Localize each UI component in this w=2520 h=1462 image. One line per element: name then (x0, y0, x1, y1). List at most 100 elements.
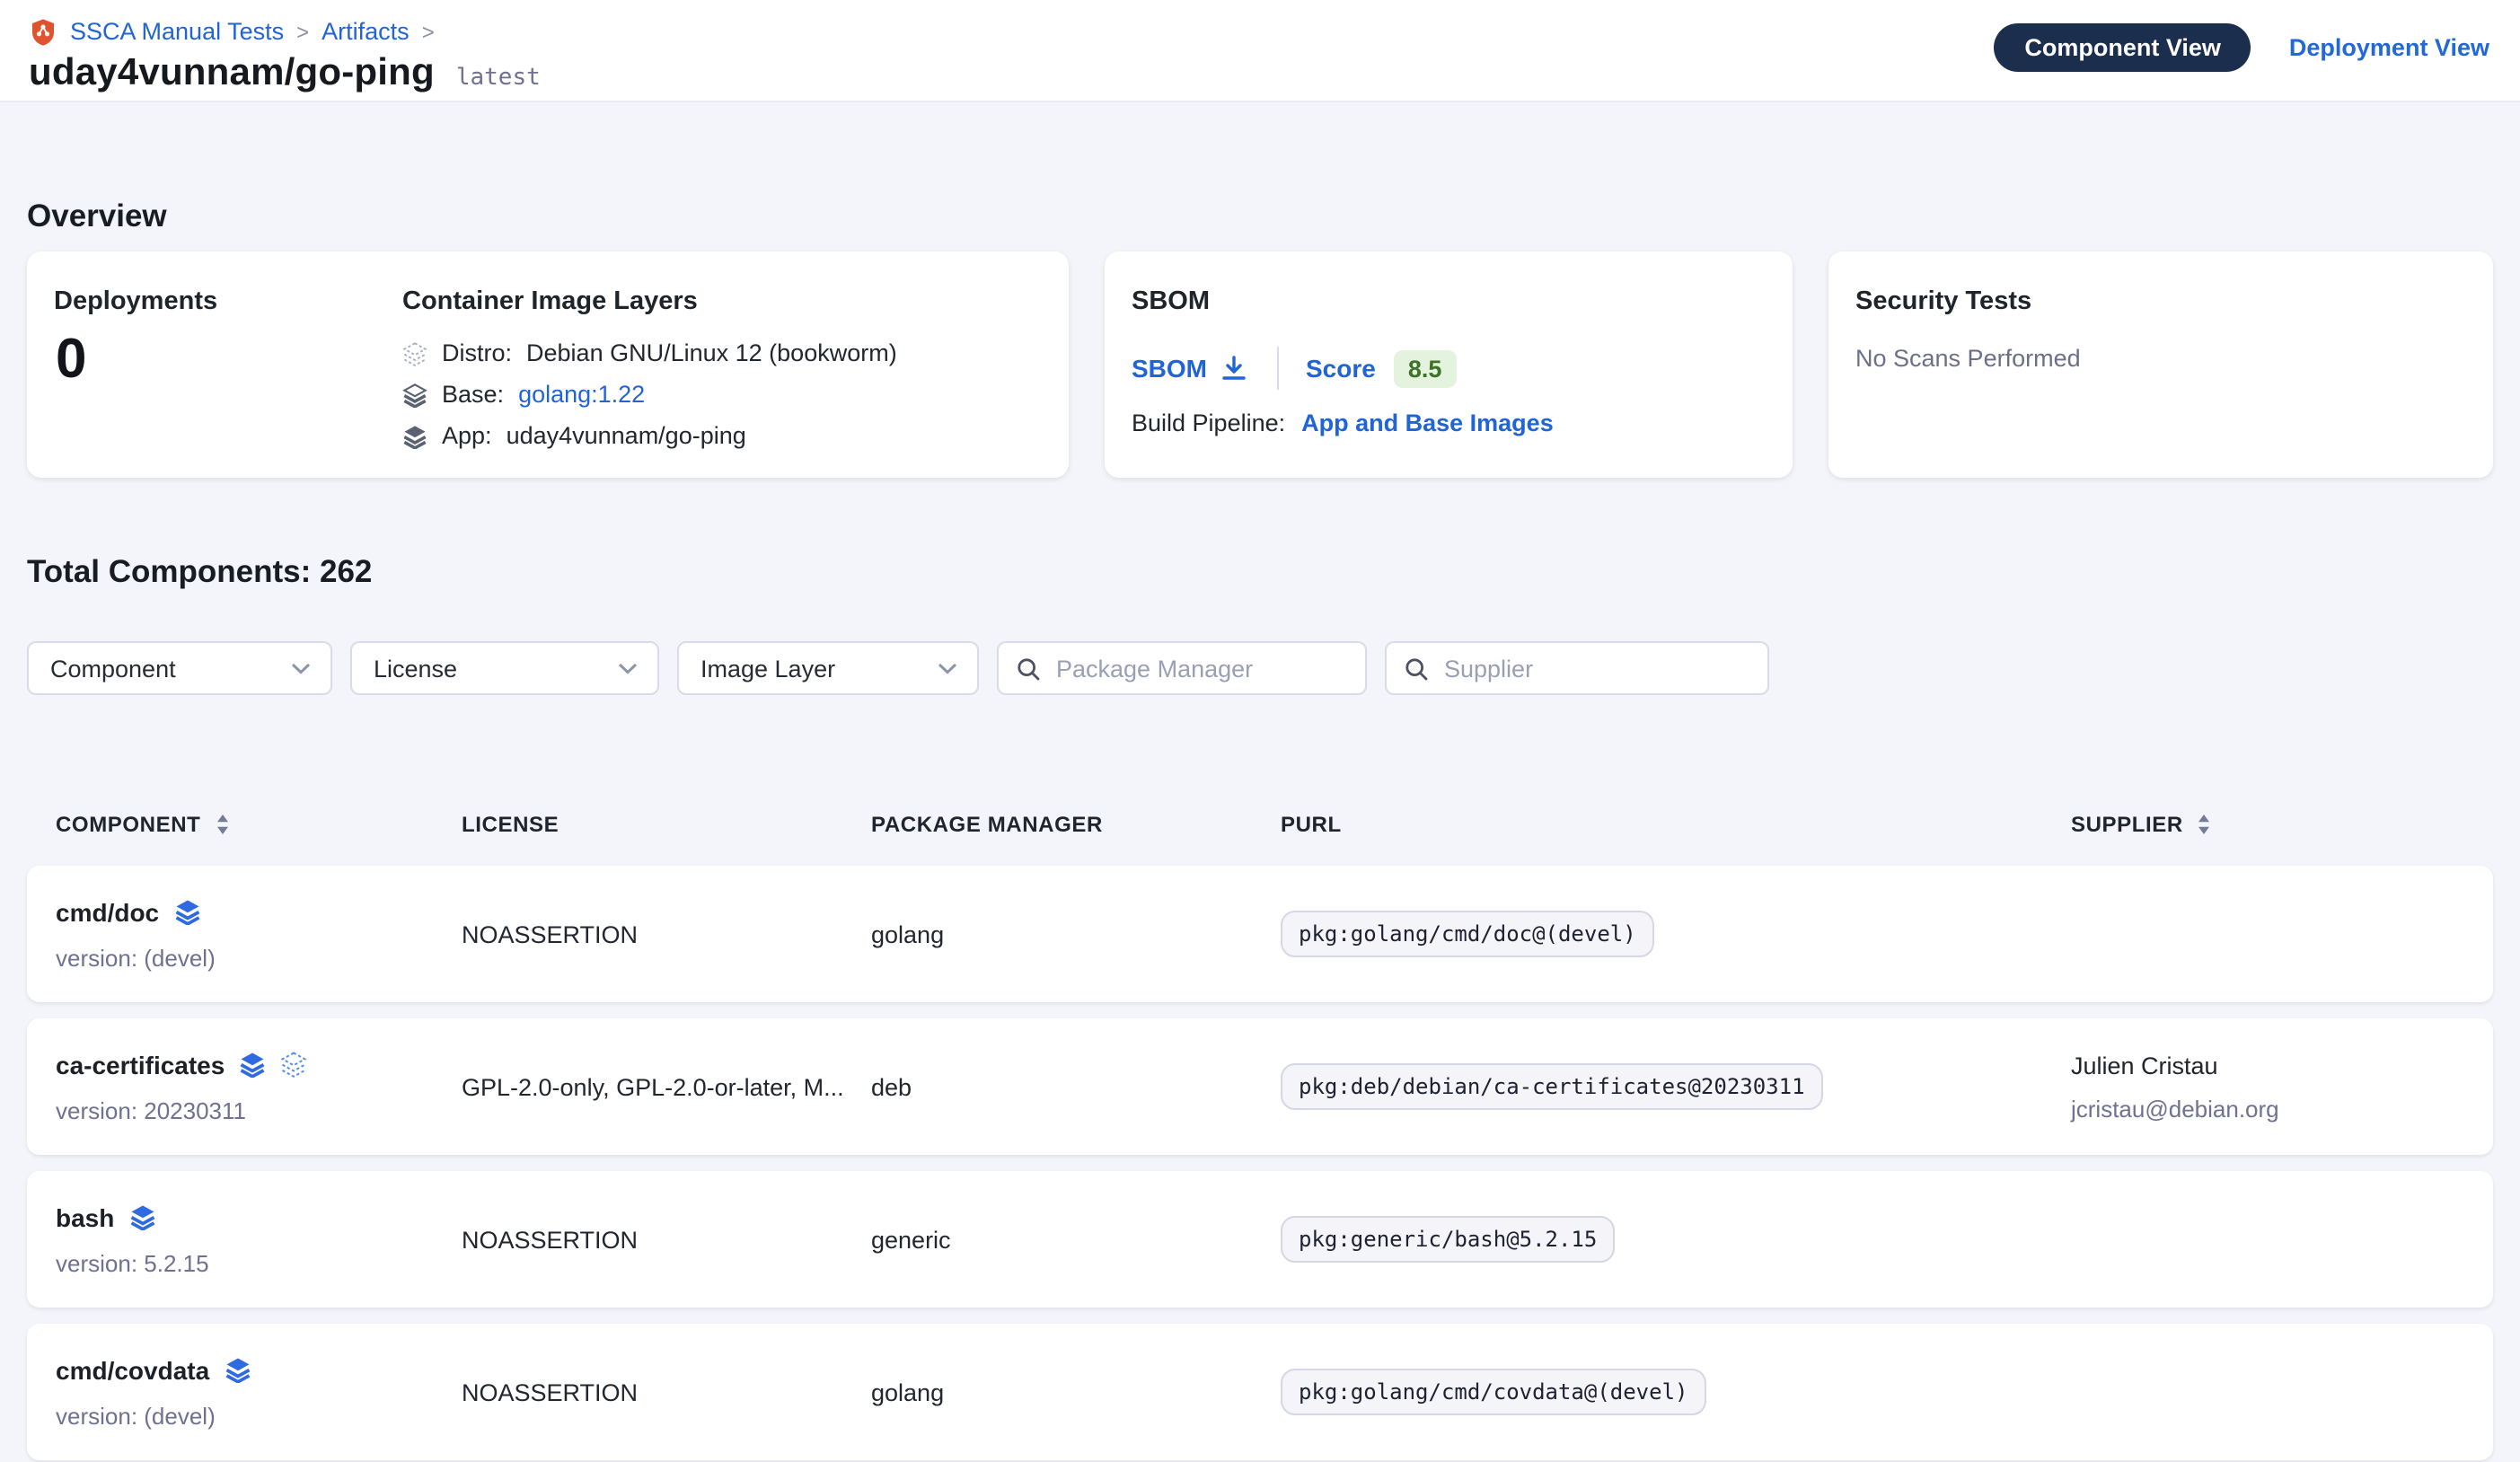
supplier-email: jcristau@debian.org (2071, 1095, 2475, 1122)
component-filter-label: Component (50, 655, 176, 682)
supplier-search-input[interactable] (1441, 653, 1749, 683)
layers-blue-icon (224, 1356, 251, 1383)
layers-blue-icon (239, 1051, 266, 1078)
layers-blue-icon (173, 898, 200, 925)
purl-chip: pkg:golang/cmd/doc@(devel) (1281, 911, 1654, 957)
breadcrumb-link-ssca[interactable]: SSCA Manual Tests (70, 18, 284, 45)
column-header-license: LICENSE (462, 812, 559, 837)
download-icon[interactable] (1221, 356, 1247, 381)
components-table-header: COMPONENT LICENSE PACKAGE MANAGER PURL S… (27, 803, 2493, 853)
page-title: uday4vunnam/go-ping (29, 52, 435, 95)
layer-distro-label: Distro: (442, 339, 512, 366)
license-value: NOASSERTION (462, 1378, 848, 1405)
purl-chip: pkg:generic/bash@5.2.15 (1281, 1216, 1615, 1263)
security-tests-card: Security Tests No Scans Performed (1828, 251, 2493, 478)
sbom-score-badge: 8.5 (1394, 349, 1457, 387)
security-tests-status: No Scans Performed (1855, 345, 2081, 372)
build-pipeline-link[interactable]: App and Base Images (1301, 410, 1554, 436)
components-table-body: cmd/doc version: (devel) NOASSERTION gol… (27, 866, 2493, 1460)
table-row: cmd/covdata version: (devel) NOASSERTION… (27, 1324, 2493, 1460)
layer-app-value: uday4vunnam/go-ping (507, 422, 746, 449)
column-header-component[interactable]: COMPONENT (56, 812, 229, 837)
component-cell: bash version: 5.2.15 (56, 1171, 442, 1308)
deployment-view-link[interactable]: Deployment View (2289, 34, 2489, 61)
column-header-supplier[interactable]: SUPPLIER (2071, 812, 2212, 837)
layers-blue-dashed-icon (280, 1051, 307, 1078)
deployments-count: 0 (56, 327, 87, 392)
license-value: NOASSERTION (462, 1226, 848, 1253)
purl-chip: pkg:deb/debian/ca-certificates@20230311 (1281, 1063, 1823, 1110)
sbom-download-link[interactable]: SBOM (1132, 354, 1247, 383)
container-image-layers: Container Image Layers Distro: (402, 287, 897, 463)
breadcrumb-separator: > (422, 19, 435, 44)
supplier-cell: Julien Cristau jcristau@debian.org (2071, 1018, 2475, 1155)
layers-outline-dashed-icon (402, 340, 427, 366)
package-manager-value: deb (871, 1073, 1263, 1100)
image-layer-filter-dropdown[interactable]: Image Layer (677, 641, 979, 695)
deployments-label: Deployments (54, 287, 217, 316)
component-name: bash (56, 1202, 114, 1231)
layers-blue-icon (128, 1203, 155, 1230)
purl-chip: pkg:golang/cmd/covdata@(devel) (1281, 1369, 1706, 1415)
license-filter-dropdown[interactable]: License (350, 641, 659, 695)
overview-heading: Overview (27, 198, 2493, 233)
sort-icon[interactable] (2198, 814, 2212, 835)
component-name: ca-certificates (56, 1050, 225, 1079)
sbom-link-label: SBOM (1132, 354, 1207, 383)
supplier-cell (2071, 1171, 2475, 1308)
column-header-supplier-label: SUPPLIER (2071, 812, 2183, 837)
package-manager-value: golang (871, 920, 1263, 947)
sbom-card-title: SBOM (1132, 287, 1210, 316)
column-header-purl: PURL (1281, 812, 1342, 837)
build-pipeline-row: Build Pipeline: App and Base Images (1132, 410, 1554, 436)
layer-base-label: Base: (442, 381, 504, 408)
view-toggle: Component View Deployment View (1994, 23, 2489, 72)
column-header-component-label: COMPONENT (56, 812, 200, 837)
license-filter-label: License (374, 655, 457, 682)
module-shield-icon (29, 17, 57, 46)
component-version: version: (devel) (56, 944, 442, 971)
component-filter-dropdown[interactable]: Component (27, 641, 332, 695)
table-row: ca-certificates version: 20230311 GPL-2.… (27, 1018, 2493, 1155)
main-content: Overview Deployments 0 Container Image L… (0, 198, 2520, 1460)
column-header-package-manager-label: PACKAGE MANAGER (871, 812, 1103, 837)
package-manager-value: generic (871, 1226, 1263, 1253)
supplier-cell (2071, 866, 2475, 1002)
search-icon (1017, 656, 1040, 680)
layer-row-app: App: uday4vunnam/go-ping (402, 422, 897, 449)
filters-bar: Component License Image Layer (27, 641, 2493, 695)
component-version: version: (devel) (56, 1402, 442, 1429)
search-icon (1405, 656, 1428, 680)
column-header-license-label: LICENSE (462, 812, 559, 837)
breadcrumb-link-artifacts[interactable]: Artifacts (322, 18, 410, 45)
artifact-tag: latest (456, 65, 541, 92)
supplier-search (1385, 641, 1769, 695)
column-header-purl-label: PURL (1281, 812, 1342, 837)
divider (1277, 347, 1279, 390)
component-version: version: 20230311 (56, 1096, 442, 1123)
sbom-row: SBOM Score 8.5 (1132, 347, 1456, 390)
layers-half-filled-icon (402, 382, 427, 407)
chevron-down-icon (618, 662, 638, 674)
image-layer-filter-label: Image Layer (700, 655, 835, 682)
deployments-layers-card: Deployments 0 Container Image Layers (27, 251, 1069, 478)
package-manager-search-input[interactable] (1053, 653, 1347, 683)
package-manager-search (997, 641, 1367, 695)
table-row: cmd/doc version: (devel) NOASSERTION gol… (27, 866, 2493, 1002)
chevron-down-icon (938, 662, 957, 674)
breadcrumb-separator: > (296, 19, 309, 44)
base-image-link[interactable]: golang:1.22 (518, 381, 645, 408)
package-manager-value: golang (871, 1378, 1263, 1405)
overview-cards: Deployments 0 Container Image Layers (27, 251, 2493, 478)
sbom-card: SBOM SBOM Score 8.5 Build (1105, 251, 1793, 478)
component-name: cmd/doc (56, 897, 159, 926)
component-view-button[interactable]: Component View (1994, 23, 2251, 72)
layer-row-base: Base: golang:1.22 (402, 381, 897, 408)
top-bar: SSCA Manual Tests > Artifacts > uday4vun… (0, 0, 2520, 102)
column-header-package-manager: PACKAGE MANAGER (871, 812, 1103, 837)
supplier-cell (2071, 1324, 2475, 1460)
layers-label: Container Image Layers (402, 287, 897, 316)
sort-icon[interactable] (215, 814, 229, 835)
total-components-heading: Total Components: 262 (27, 553, 2493, 589)
layer-distro-value: Debian GNU/Linux 12 (bookworm) (526, 339, 897, 366)
